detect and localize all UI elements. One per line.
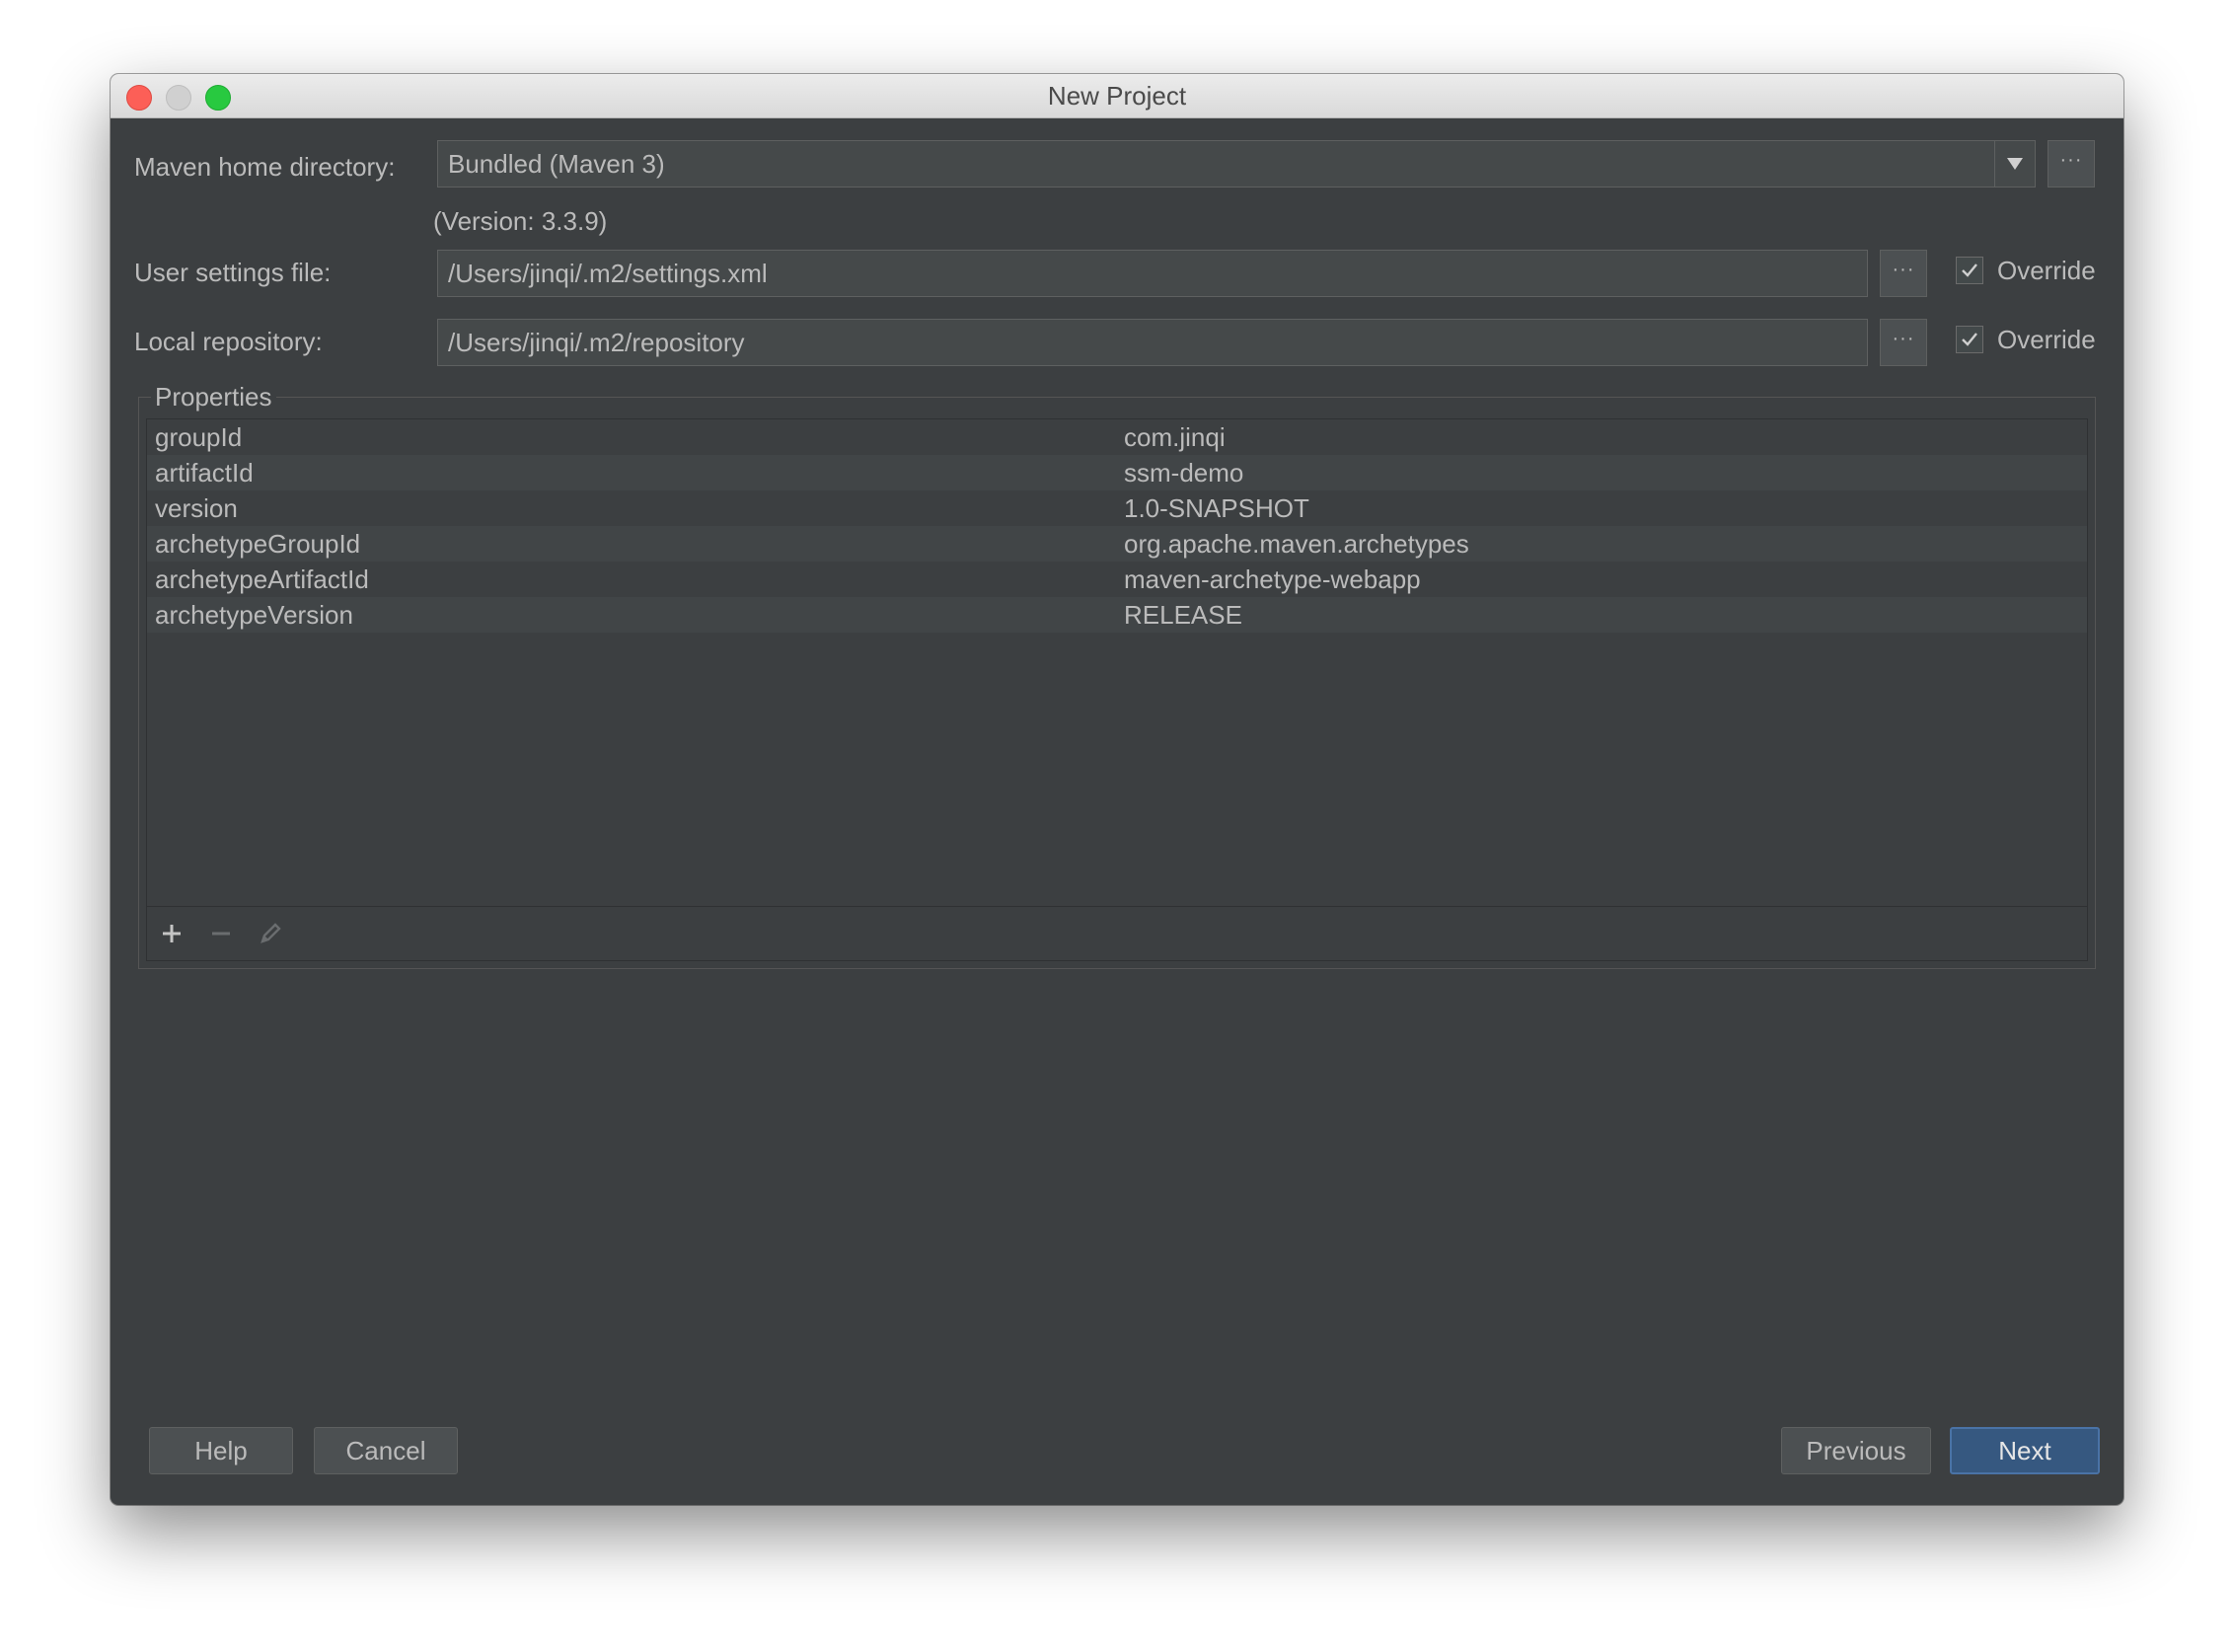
properties-toolbar [147,906,2087,960]
table-row[interactable]: version 1.0-SNAPSHOT [147,490,2087,526]
table-row[interactable]: archetypeArtifactId maven-archetype-weba… [147,562,2087,597]
table-row[interactable]: archetypeVersion RELEASE [147,597,2087,633]
property-key: archetypeGroupId [155,529,361,559]
user-settings-browse-button[interactable]: ··· [1880,250,1927,297]
plus-icon[interactable] [157,919,186,948]
previous-button[interactable]: Previous [1781,1427,1931,1474]
window-title: New Project [1047,81,1187,111]
checkmark-icon [1962,333,1977,346]
property-value: com.jinqi [1124,422,1226,452]
property-value: org.apache.maven.archetypes [1124,529,1469,559]
property-value: ssm-demo [1124,458,1244,488]
local-repository-field[interactable]: /Users/jinqi/.m2/repository [437,319,1868,366]
new-project-dialog: New Project Maven home directory: Bundle… [111,74,2123,1505]
property-value: RELEASE [1124,600,1242,630]
property-key: artifactId [155,458,254,488]
property-value: 1.0-SNAPSHOT [1124,493,1309,523]
local-repository-override-checkbox[interactable] [1956,326,1983,353]
user-settings-label: User settings file: [134,258,332,287]
property-key: archetypeArtifactId [155,564,369,594]
property-value: maven-archetype-webapp [1124,564,1421,594]
cancel-button[interactable]: Cancel [314,1427,458,1474]
minus-icon[interactable] [206,919,236,948]
maven-home-browse-button[interactable]: ··· [2048,140,2095,188]
local-repository-browse-button[interactable]: ··· [1880,319,1927,366]
maven-home-combobox[interactable]: Bundled (Maven 3) [437,140,2036,188]
property-key: version [155,493,238,523]
user-settings-override-checkbox[interactable] [1956,257,1983,284]
property-key: groupId [155,422,243,452]
user-settings-override-label[interactable]: Override [1997,256,2096,285]
properties-title: Properties [151,382,276,412]
checkmark-icon [1962,263,1977,277]
pencil-icon[interactable] [256,919,285,948]
maven-home-value: Bundled (Maven 3) [448,148,665,179]
dropdown-arrow-icon[interactable] [1994,141,2035,187]
user-settings-field[interactable]: /Users/jinqi/.m2/settings.xml [437,250,1868,297]
maven-version-text: (Version: 3.3.9) [433,206,608,236]
help-button[interactable]: Help [149,1427,293,1474]
user-settings-value: /Users/jinqi/.m2/settings.xml [448,258,768,288]
local-repository-label: Local repository: [134,327,323,356]
table-row[interactable]: artifactId ssm-demo [147,455,2087,490]
properties-table[interactable]: groupId com.jinqi artifactId ssm-demo ve… [146,418,2088,961]
local-repository-override-label[interactable]: Override [1997,325,2096,354]
table-row[interactable]: groupId com.jinqi [147,419,2087,455]
property-key: archetypeVersion [155,600,353,630]
maven-home-label: Maven home directory: [134,152,396,182]
next-button[interactable]: Next [1950,1427,2100,1474]
title-bar: New Project [111,74,2123,118]
table-row[interactable]: archetypeGroupId org.apache.maven.archet… [147,526,2087,562]
local-repository-value: /Users/jinqi/.m2/repository [448,327,745,357]
